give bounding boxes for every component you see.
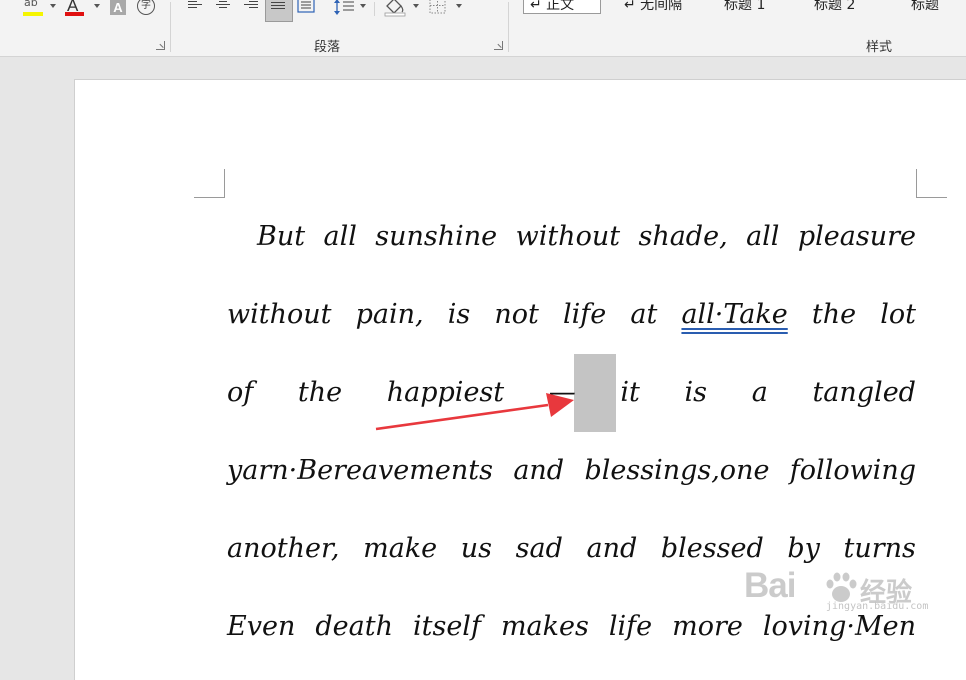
align-right-icon[interactable] bbox=[244, 0, 258, 12]
word: of bbox=[227, 377, 254, 408]
chevron-down-icon[interactable] bbox=[456, 4, 462, 8]
chevron-down-icon[interactable] bbox=[94, 4, 100, 8]
watermark-url: jingyan.baidu.com bbox=[826, 601, 929, 612]
justify-icon bbox=[271, 0, 285, 13]
highlight-color-swatch bbox=[23, 12, 43, 16]
group-separator bbox=[508, 2, 509, 52]
word: not bbox=[494, 299, 539, 330]
margin-corner-mark bbox=[916, 169, 947, 198]
word: is bbox=[684, 377, 708, 408]
highlighter-icon: ab bbox=[24, 0, 38, 9]
text-line-5[interactable]: another, make us sad and blessed by turn… bbox=[227, 532, 916, 566]
word: blessed bbox=[660, 533, 764, 564]
word: and bbox=[513, 455, 565, 486]
word: loving·Men bbox=[762, 611, 916, 642]
word: lot bbox=[880, 299, 916, 330]
word: yarn·Bereavements bbox=[227, 455, 493, 486]
align-left-icon[interactable] bbox=[188, 0, 202, 12]
watermark-brand: Bai bbox=[744, 566, 796, 605]
word: sunshine bbox=[375, 221, 498, 252]
style-item-no-spacing[interactable]: ↵ 无间隔 bbox=[624, 0, 682, 14]
word: at bbox=[630, 299, 658, 330]
watermark-logo: Bai 经验 jingyan.baidu.com bbox=[744, 566, 928, 612]
paragraph-dialog-launcher-icon[interactable] bbox=[494, 41, 503, 50]
word: all bbox=[323, 221, 357, 252]
style-item-heading-1[interactable]: 标题 1 bbox=[724, 0, 765, 14]
ribbon: ab A A 字 段落 ↵ 正文 ↵ 无间隔 标题 1 标题 2 标题 样式 bbox=[0, 0, 966, 57]
style-item-title[interactable]: 标题 bbox=[911, 0, 939, 14]
shading-button[interactable] bbox=[383, 0, 419, 17]
word: and bbox=[586, 533, 638, 564]
styles-gallery: ↵ 正文 ↵ 无间隔 标题 1 标题 2 标题 bbox=[518, 0, 966, 24]
chevron-down-icon[interactable] bbox=[50, 4, 56, 8]
distribute-icon bbox=[297, 0, 315, 13]
word: But bbox=[257, 221, 306, 252]
distributed-button[interactable] bbox=[297, 0, 316, 16]
word: shade, bbox=[638, 221, 728, 252]
word: another, bbox=[227, 533, 340, 564]
word: more bbox=[672, 611, 743, 642]
chevron-down-icon[interactable] bbox=[360, 4, 366, 8]
word: it bbox=[620, 377, 640, 408]
line-spacing-button[interactable] bbox=[332, 0, 366, 16]
word: a bbox=[751, 377, 768, 408]
word: happiest bbox=[386, 377, 505, 408]
justify-button[interactable] bbox=[265, 0, 293, 22]
font-color-swatch bbox=[65, 12, 84, 16]
word: make bbox=[363, 533, 438, 564]
character-shading-button[interactable]: A bbox=[110, 0, 126, 15]
word: without bbox=[227, 299, 332, 330]
word: makes bbox=[500, 611, 589, 642]
word: without bbox=[515, 221, 621, 252]
word: death bbox=[315, 611, 393, 642]
style-item-normal[interactable]: ↵ 正文 bbox=[523, 0, 601, 14]
paragraph-group-label: 段落 bbox=[314, 40, 341, 55]
text-line-4[interactable]: yarn·Bereavements and blessings,one foll… bbox=[227, 454, 916, 488]
word: following bbox=[789, 455, 916, 486]
word: tangled bbox=[812, 377, 916, 408]
word: turns bbox=[843, 533, 916, 564]
word: us bbox=[460, 533, 492, 564]
chevron-down-icon[interactable] bbox=[413, 4, 419, 8]
style-item-heading-2[interactable]: 标题 2 bbox=[814, 0, 855, 14]
paint-bucket-icon bbox=[384, 0, 406, 17]
word: Even bbox=[227, 611, 296, 642]
separator bbox=[374, 2, 375, 16]
word: the bbox=[811, 299, 857, 330]
text-highlight-button[interactable]: ab bbox=[20, 0, 56, 18]
text-line-1[interactable]: But all sunshine without shade, all plea… bbox=[257, 220, 916, 254]
font-dialog-launcher-icon[interactable] bbox=[156, 41, 165, 50]
styles-group-label: 样式 bbox=[866, 40, 893, 55]
word: sad bbox=[515, 533, 563, 564]
word: pain, bbox=[355, 299, 424, 330]
word: the bbox=[297, 377, 343, 408]
line-spacing-icon bbox=[334, 0, 354, 15]
borders-icon bbox=[429, 0, 446, 14]
selected-dash[interactable]: — bbox=[549, 376, 576, 410]
font-color-button[interactable]: A bbox=[62, 0, 102, 18]
text-line-3[interactable]: of the happiest — it is a tangled bbox=[227, 376, 916, 410]
group-separator bbox=[170, 2, 171, 52]
word: pleasure bbox=[797, 221, 916, 252]
word: life bbox=[562, 299, 607, 330]
word: is bbox=[447, 299, 471, 330]
word: all bbox=[746, 221, 780, 252]
align-center-icon[interactable] bbox=[216, 0, 230, 12]
word: blessings,one bbox=[584, 455, 770, 486]
enclose-characters-button[interactable]: 字 bbox=[137, 0, 155, 15]
word: itself bbox=[412, 611, 481, 642]
word: by bbox=[787, 533, 820, 564]
text-line-6[interactable]: Even death itself makes life more loving… bbox=[227, 610, 916, 644]
text-line-2[interactable]: without pain, is not life at all·Take th… bbox=[227, 298, 916, 332]
grammar-flagged-word[interactable]: all·Take bbox=[681, 298, 787, 332]
margin-corner-mark bbox=[194, 169, 225, 198]
word: life bbox=[608, 611, 653, 642]
borders-button[interactable] bbox=[428, 0, 464, 14]
